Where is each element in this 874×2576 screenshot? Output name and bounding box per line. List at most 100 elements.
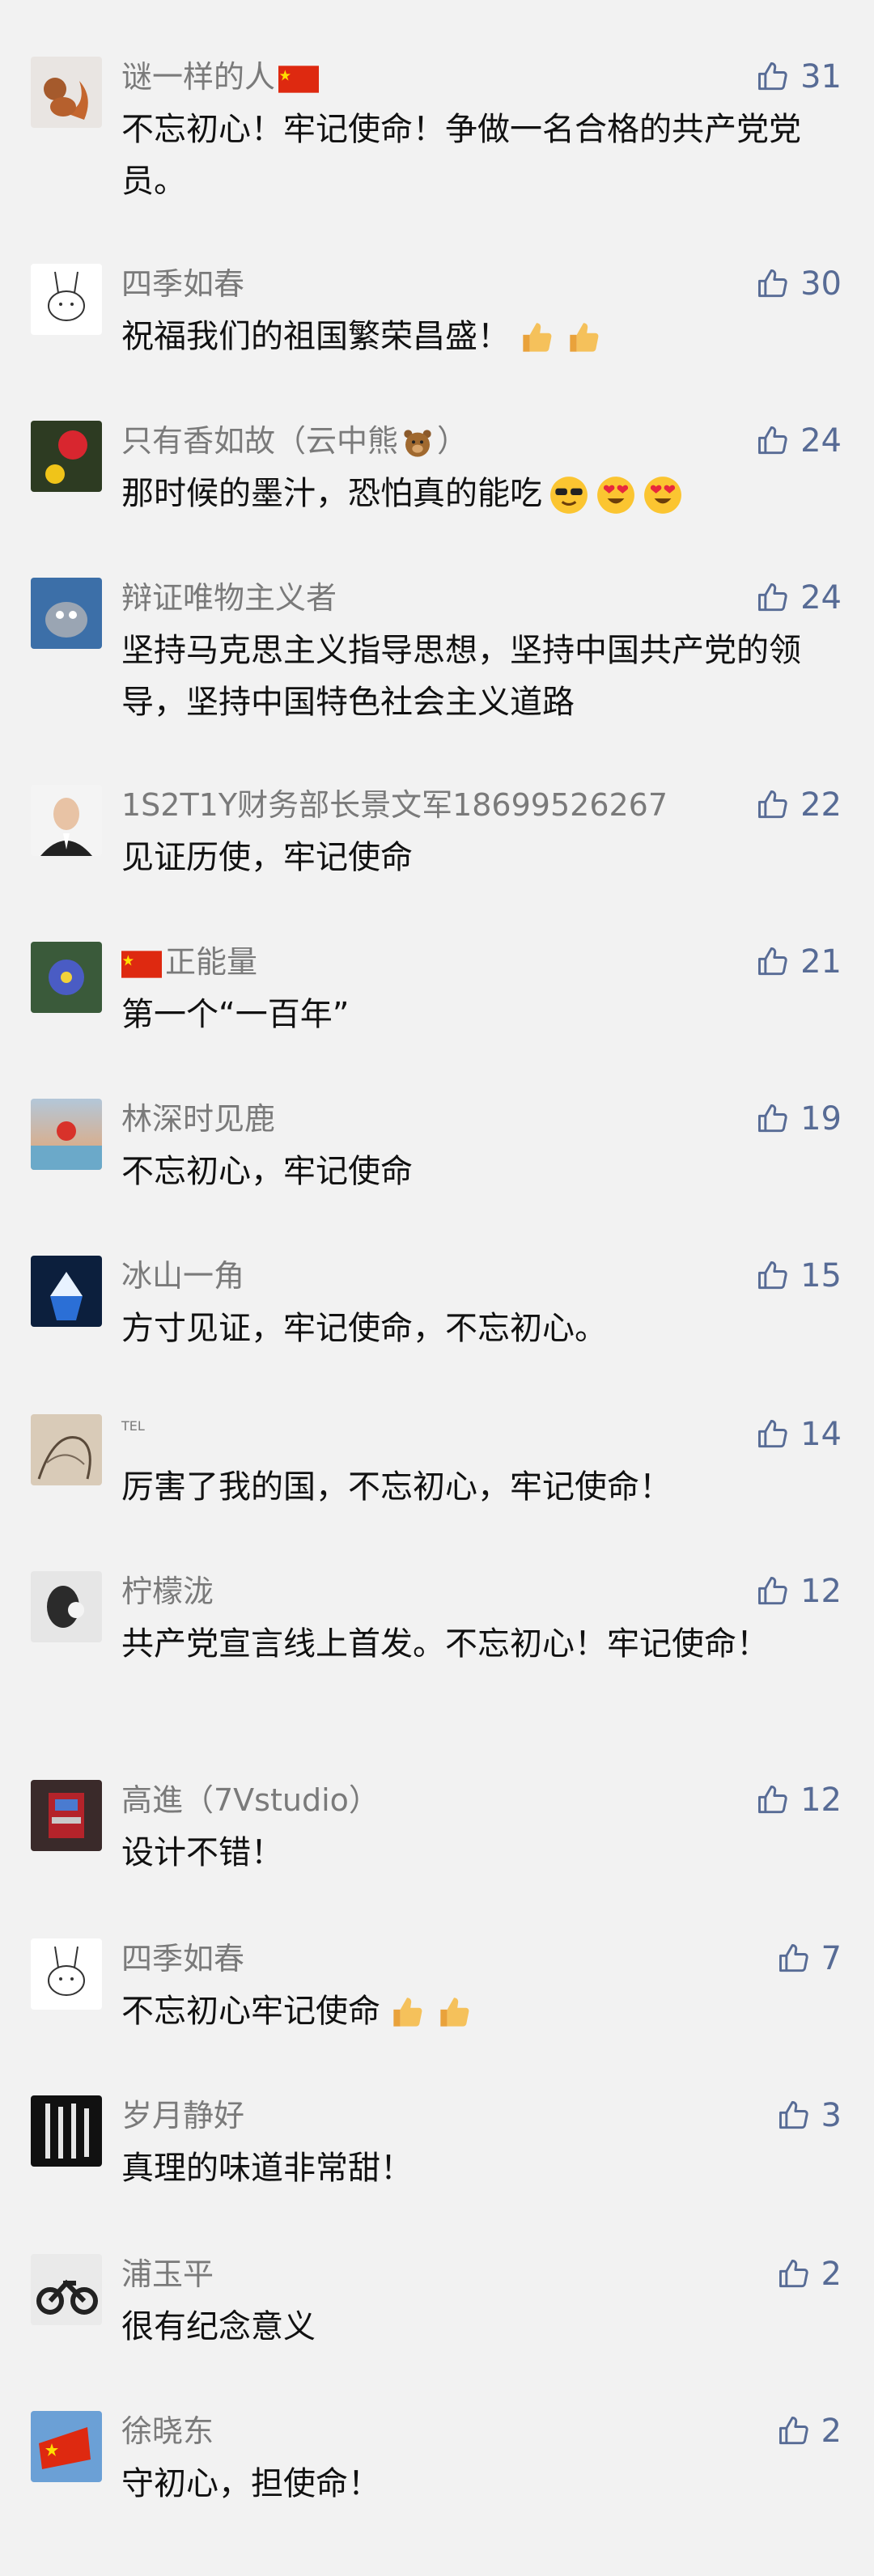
like-button[interactable]: 19 [755,1099,842,1139]
like-button[interactable]: 14 [755,1414,842,1455]
like-count: 14 [800,1416,842,1453]
comment-text: 不忘初心！牢记使命！争做一名合格的共产党党员。 [121,111,801,200]
like-count: 24 [800,579,842,616]
comment-text: 见证历使，牢记使命 [121,839,413,876]
avatar[interactable] [31,1571,102,1642]
comment-text: 不忘初心，牢记使命 [121,1153,413,1190]
thumbs-up-icon [755,1782,791,1818]
thumbs-up-icon [776,2256,812,2292]
like-count: 7 [821,1940,842,1977]
like-count: 22 [800,786,842,824]
thumbs-up-icon [776,1941,812,1976]
comment-text: 真理的味道非常甜！ [121,2150,413,2187]
thumbs-up-emoji [434,1993,474,2033]
avatar[interactable] [31,421,102,492]
comment-text: 第一个“一百年” [121,996,350,1033]
like-button[interactable]: 24 [755,578,842,618]
avatar[interactable] [31,1938,102,2010]
like-button[interactable]: 3 [776,2095,842,2136]
like-count: 12 [800,1573,842,1610]
comment-author: 冰山一角 [121,1258,245,1294]
comment-author: 岁月静好 [121,2098,245,2133]
thumbs-up-icon [755,1417,791,1452]
like-button[interactable]: 21 [755,942,842,982]
avatar[interactable] [31,57,102,128]
thumbs-up-icon [755,59,791,95]
like-count: 30 [800,265,842,303]
thumbs-up-icon [755,423,791,459]
avatar[interactable] [31,578,102,649]
like-button[interactable]: 15 [755,1256,842,1296]
avatar[interactable] [31,785,102,856]
like-button[interactable]: 30 [755,264,842,304]
thumbs-up-emoji [563,318,604,358]
china-flag-icon [121,950,162,978]
heart-eyes-emoji [643,475,683,515]
bear-emoji [401,427,434,460]
like-count: 21 [800,943,842,981]
heart-eyes-emoji [596,475,636,515]
avatar[interactable] [31,1099,102,1170]
like-button[interactable]: 12 [755,1780,842,1820]
comment-text: 方寸见证，牢记使命，不忘初心。 [121,1310,607,1347]
like-button[interactable]: 2 [776,2411,842,2451]
like-count: 2 [821,2256,842,2293]
like-button[interactable]: 7 [776,1938,842,1979]
thumbs-up-icon [755,787,791,823]
comment-author: 四季如春 [121,266,245,302]
avatar[interactable] [31,1256,102,1327]
thumbs-up-icon [776,2413,812,2449]
like-button[interactable]: 24 [755,421,842,461]
comment-author: 林深时见鹿 [121,1101,276,1137]
thumbs-up-icon [755,944,791,980]
comment-author: 谜一样的人 [121,57,322,97]
thumbs-up-icon [755,1574,791,1609]
comment-author: 高進（7Vstudio） [121,1782,380,1818]
avatar[interactable] [31,264,102,335]
thumbs-up-emoji [387,1993,427,2033]
like-button[interactable]: 31 [755,57,842,97]
comment-text: 共产党宣言线上首发。不忘初心！牢记使命！ [121,1625,769,1663]
comment-author: 浦玉平 [121,2256,214,2292]
sunglasses-emoji [549,475,589,515]
like-button[interactable]: 12 [755,1571,842,1612]
like-count: 24 [800,422,842,460]
like-count: 2 [821,2413,842,2450]
comment-text: 不忘初心牢记使命 [121,1985,817,2037]
avatar[interactable] [31,2411,102,2482]
thumbs-up-icon [776,2098,812,2133]
comment-text: 坚持马克思主义指导思想，坚持中国共产党的领导，坚持中国特色社会主义道路 [121,632,801,721]
comment-text: 厉害了我的国，不忘初心，牢记使命！ [121,1468,672,1506]
avatar[interactable] [31,2254,102,2325]
avatar[interactable] [31,942,102,1013]
china-flag-icon [278,65,320,93]
avatar[interactable] [31,1414,102,1485]
comment-author: TEL [121,1418,145,1434]
thumbs-up-emoji [516,318,557,358]
like-count: 12 [800,1782,842,1819]
thumbs-up-icon [755,266,791,302]
comment-text: 祝福我们的祖国繁荣昌盛！ [121,311,817,362]
comment-text: 很有纪念意义 [121,2308,316,2345]
comment-author: 辩证唯物主义者 [121,580,337,616]
like-count: 15 [800,1257,842,1294]
avatar[interactable] [31,2095,102,2167]
comment-author: 柠檬泷 [121,1574,214,1609]
comment-author: 正能量 [121,942,257,982]
comment-text: 设计不错！ [121,1834,283,1871]
comment-author: 四季如春 [121,1941,245,1976]
avatar[interactable] [31,1780,102,1851]
thumbs-up-icon [755,580,791,616]
like-button[interactable]: 22 [755,785,842,825]
like-count: 31 [800,58,842,95]
comment-author: 1S2T1Y财务部长景文军18699526267 [121,787,668,823]
thumbs-up-icon [755,1258,791,1294]
like-count: 19 [800,1100,842,1138]
thumbs-up-icon [755,1101,791,1137]
like-count: 3 [821,2097,842,2134]
comment-text: 那时候的墨汁，恐怕真的能吃 [121,468,817,519]
like-button[interactable]: 2 [776,2254,842,2294]
comment-text: 守初心，担使命！ [121,2465,380,2502]
comment-author: 只有香如故（云中熊） [121,423,469,460]
comment-author: 徐晓东 [121,2413,214,2449]
